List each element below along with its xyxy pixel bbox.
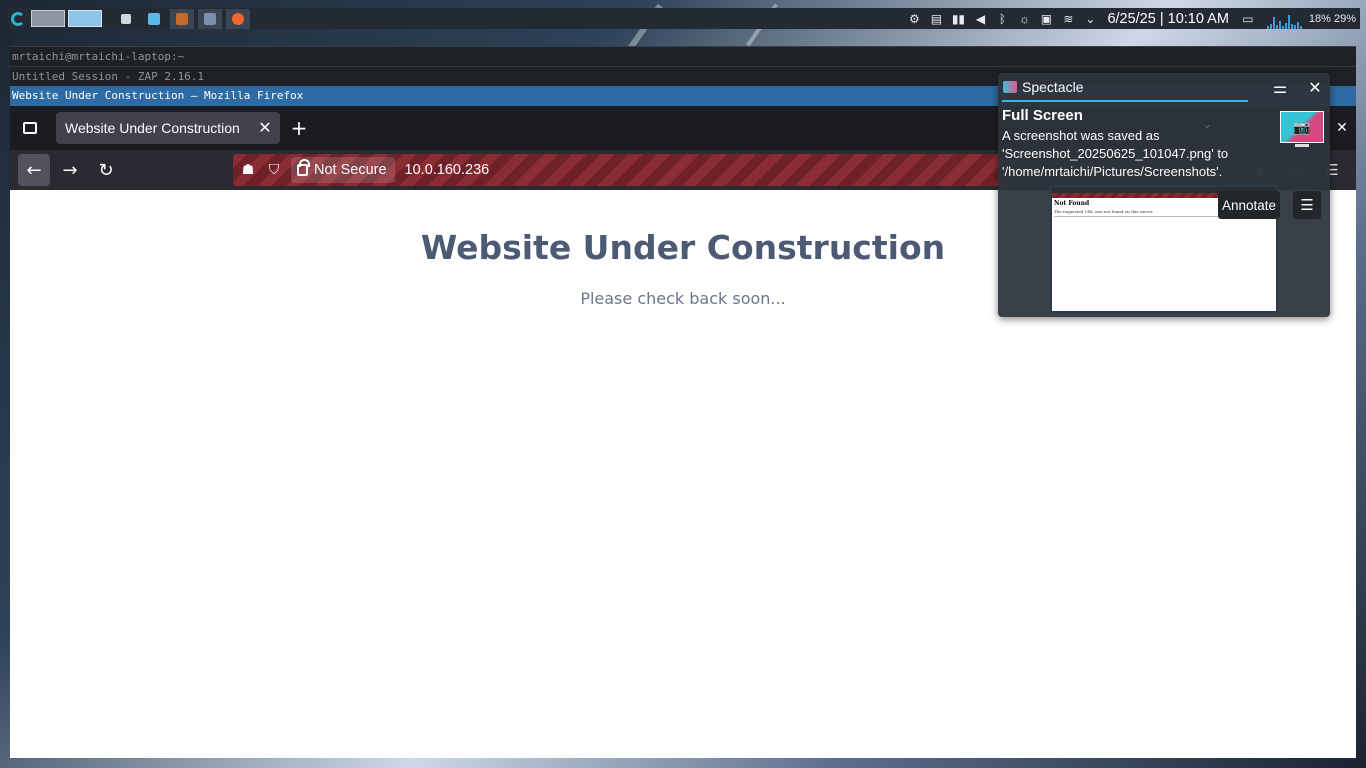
camera-icon[interactable]: 📷 xyxy=(1280,111,1324,143)
expand-chevron-icon[interactable]: ⌄ xyxy=(1202,117,1212,131)
show-desktop-icon[interactable]: ▭ xyxy=(1237,9,1259,29)
forward-button[interactable]: → xyxy=(54,154,86,186)
reload-button[interactable]: ↻ xyxy=(90,154,122,186)
app-launcher-button[interactable] xyxy=(8,9,28,29)
firefox-icon xyxy=(232,12,244,25)
taskbar-krita[interactable] xyxy=(198,8,222,29)
krita-icon xyxy=(204,12,216,25)
wifi-icon[interactable]: ≋ xyxy=(1057,9,1079,29)
task-manager-icon xyxy=(121,13,131,24)
thumbnail-stand xyxy=(1295,144,1309,147)
taskbar-task-manager[interactable] xyxy=(114,9,138,29)
cpu-load-label: 18% 29% xyxy=(1308,12,1356,25)
taskbar-zap[interactable] xyxy=(170,8,194,29)
dismiss-notification-icon[interactable]: ✕ xyxy=(1332,118,1352,138)
notification-body: A screenshot was saved as 'Screenshot_20… xyxy=(1002,128,1229,179)
back-button[interactable]: ← xyxy=(18,154,50,186)
media-icon[interactable]: ▮▮ xyxy=(947,9,969,29)
desktop-pager-2[interactable] xyxy=(68,10,102,27)
url-text[interactable]: 10.0.160.236 xyxy=(405,162,490,178)
display-icon[interactable]: ⚙ xyxy=(903,9,925,29)
insecure-lock-icon xyxy=(297,159,310,176)
close-notification-icon[interactable]: ✕ xyxy=(1303,76,1327,100)
brightness-icon[interactable]: ☼ xyxy=(1013,9,1035,29)
terminal-window-title[interactable]: mrtaichi@mrtaichi-laptop:~ xyxy=(10,46,1356,66)
clipboard-icon[interactable]: ▤ xyxy=(925,9,947,29)
notification-menu-button[interactable]: ☰ xyxy=(1293,191,1321,219)
tab-title: Website Under Construction xyxy=(65,120,240,136)
configure-notification-icon[interactable]: ⚌ xyxy=(1268,76,1292,100)
clock[interactable]: 6/25/25 | 10:10 AM xyxy=(1101,11,1236,27)
new-tab-button[interactable]: + xyxy=(283,112,315,144)
volume-icon[interactable]: ◀ xyxy=(969,9,991,29)
taskbar-firefox[interactable] xyxy=(226,8,250,29)
close-tab-icon[interactable]: ✕ xyxy=(254,117,276,139)
not-secure-label: Not Secure xyxy=(314,162,387,178)
notification-app-name: Spectacle xyxy=(1022,79,1084,95)
desktop-pager-1[interactable] xyxy=(31,10,65,27)
hamburger-icon: ☰ xyxy=(1300,197,1314,214)
annotate-button[interactable]: Annotate xyxy=(1218,191,1281,219)
bluetooth-icon[interactable]: ᛒ xyxy=(991,9,1013,29)
url-bar[interactable]: ☗ ⛉ Not Secure 10.0.160.236 xyxy=(233,154,1003,186)
notification-timeout-bar xyxy=(1002,100,1248,102)
top-panel: ⚙ ▤ ▮▮ ◀ ᛒ ☼ ▣ ≋ ⌄ 6/25/25 | 10:10 AM ▭ … xyxy=(8,8,1360,29)
system-tray: ⚙ ▤ ▮▮ ◀ ᛒ ☼ ▣ ≋ ⌄ 6/25/25 | 10:10 AM ▭ … xyxy=(903,8,1360,29)
spectacle-notification: Spectacle ⚌ ✕ Full Screen A screenshot w… xyxy=(998,73,1330,317)
back-arrow-icon: ← xyxy=(26,159,42,181)
tray-expand-icon[interactable]: ⌄ xyxy=(1079,9,1101,29)
reload-icon: ↻ xyxy=(98,159,114,181)
not-secure-indicator[interactable]: Not Secure xyxy=(291,157,395,183)
notification-title: Full Screen xyxy=(1002,107,1083,124)
zap-icon xyxy=(176,12,188,25)
notification-header: Spectacle ⚌ ✕ xyxy=(998,73,1330,101)
system-monitor-graph[interactable] xyxy=(1266,9,1305,29)
tab-website-under-construction[interactable]: Website Under Construction ✕ xyxy=(56,112,280,144)
forward-arrow-icon: → xyxy=(62,159,78,181)
spectacle-icon xyxy=(1003,81,1017,93)
app-launcher-icon xyxy=(11,11,25,26)
firefox-view-button[interactable] xyxy=(14,112,46,144)
battery-icon[interactable]: ▣ xyxy=(1035,9,1057,29)
shield-icon[interactable]: ⛉ xyxy=(261,157,287,183)
firefox-view-icon xyxy=(23,122,37,134)
robot-icon[interactable]: ☗ xyxy=(235,157,261,183)
taskbar-file-manager[interactable] xyxy=(142,9,166,29)
file-manager-icon xyxy=(148,12,160,25)
